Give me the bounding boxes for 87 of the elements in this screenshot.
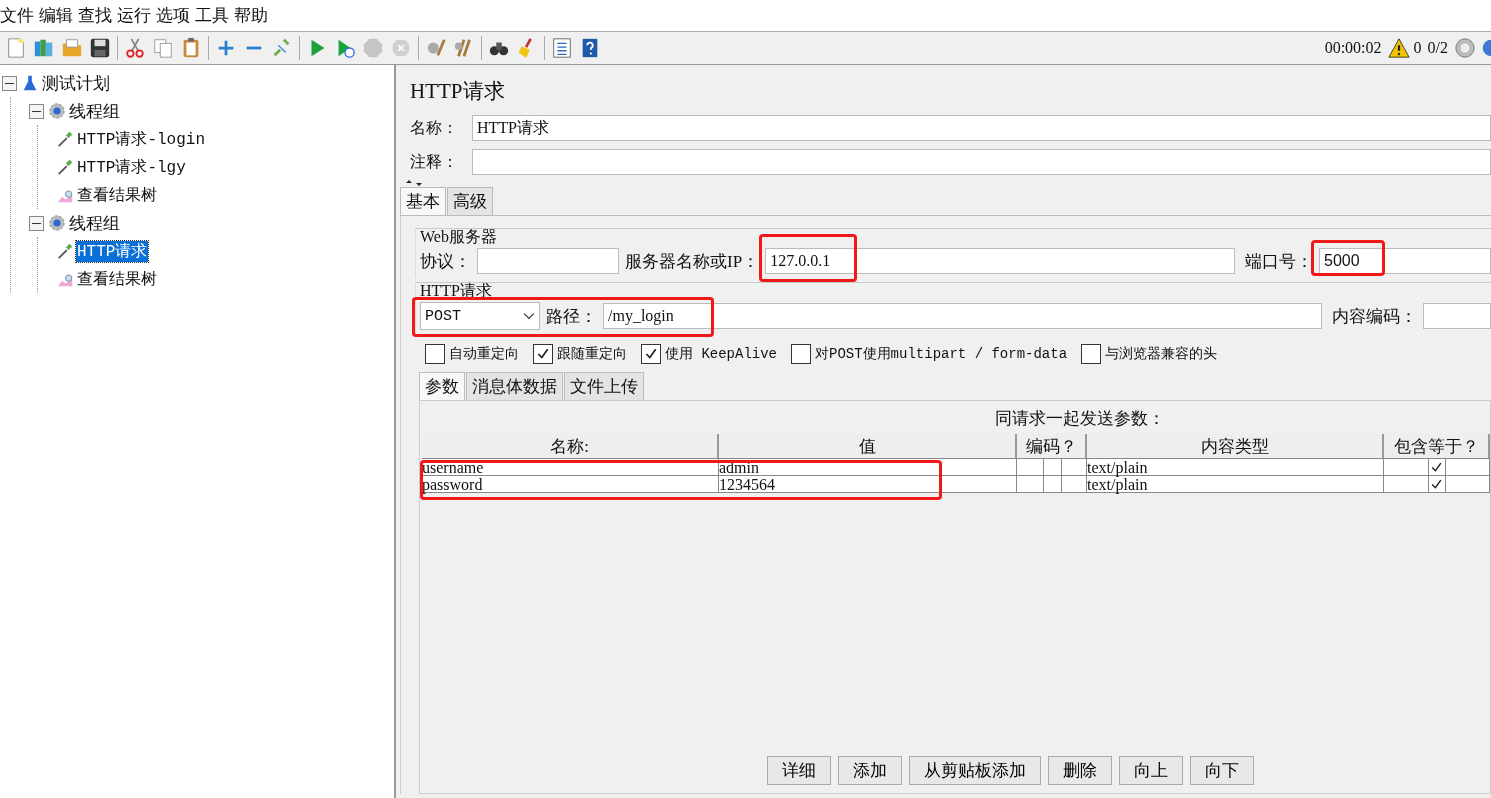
pipette-icon	[56, 130, 74, 148]
menu-item[interactable]: 运行	[117, 4, 151, 27]
comment-label: 注释：	[410, 151, 459, 172]
checkbox[interactable]	[1081, 344, 1102, 364]
tree-item[interactable]: 查看结果树	[76, 184, 158, 206]
encoding-label: 内容编码：	[1332, 305, 1417, 328]
checkmark-icon	[644, 347, 658, 361]
tab[interactable]: 文件上传	[564, 372, 644, 400]
pipette-icon	[56, 242, 74, 260]
menu-item[interactable]: 编辑	[39, 4, 73, 27]
encoding-field[interactable]	[1423, 303, 1491, 329]
action-button[interactable]: 详细	[766, 756, 831, 785]
elapsed-time: 00:00:02	[1324, 39, 1382, 57]
action-button[interactable]: 添加	[837, 756, 902, 785]
name-label: 名称：	[410, 117, 459, 138]
action-button[interactable]: 向下	[1189, 756, 1254, 785]
tree-item[interactable]: HTTP请求-lgy	[76, 156, 187, 178]
server-label: 服务器名称或IP：	[625, 250, 760, 273]
new-file-icon[interactable]	[5, 37, 27, 59]
tree-item[interactable]: 查看结果树	[76, 268, 158, 290]
checkbox[interactable]	[425, 344, 445, 364]
collapse-toggle[interactable]	[29, 103, 44, 119]
tree-item[interactable]: 线程组	[68, 211, 121, 235]
path-field[interactable]: /my_login	[603, 303, 1322, 329]
tree-item[interactable]: HTTP请求	[76, 240, 149, 262]
table-cell: username	[422, 459, 719, 475]
splitter-arrows-icon[interactable]	[404, 179, 424, 187]
checkbox-label: 跟随重定向	[557, 345, 627, 363]
checkbox-label: 对POST使用multipart / form-data	[815, 345, 1068, 363]
method-dropdown[interactable]: POST	[420, 302, 540, 330]
flask-icon	[21, 74, 39, 92]
open-folder-icon[interactable]	[61, 37, 83, 59]
save-icon[interactable]	[89, 37, 111, 59]
group-label: Web服务器	[420, 227, 498, 247]
table-cell: admin	[719, 459, 1017, 475]
checkbox[interactable]	[641, 344, 661, 364]
port-label: 端口号：	[1245, 250, 1313, 273]
tab[interactable]: 高级	[447, 187, 493, 215]
tree-item[interactable]: 线程组	[68, 99, 121, 123]
table-cell: text/plain	[1087, 476, 1384, 492]
checkmark-icon	[536, 347, 550, 361]
checkbox[interactable]	[533, 344, 553, 364]
checkbox-label: 与浏览器兼容的头	[1105, 345, 1218, 363]
books-icon[interactable]	[33, 37, 55, 59]
table-cell: text/plain	[1087, 459, 1384, 475]
tab[interactable]: 消息体数据	[466, 372, 563, 400]
protocol-field[interactable]	[477, 248, 619, 274]
name-field[interactable]: HTTP请求	[472, 115, 1491, 141]
menu-item[interactable]: 选项	[156, 4, 190, 27]
collapse-toggle[interactable]	[29, 215, 44, 231]
menu-item[interactable]: 文件	[0, 4, 34, 27]
tree-item[interactable]: 测试计划	[41, 71, 111, 95]
action-button[interactable]: 删除	[1047, 756, 1112, 785]
gear-icon	[48, 102, 66, 120]
group-label: HTTP请求	[420, 281, 493, 301]
caret-icon	[523, 312, 535, 320]
tree-item[interactable]: HTTP请求-login	[76, 128, 206, 150]
action-button[interactable]: 向上	[1118, 756, 1183, 785]
menu-item[interactable]: 工具	[195, 4, 229, 27]
checkbox-label: 使用 KeepAlive	[665, 345, 777, 363]
pipette-icon	[56, 158, 74, 176]
table-caption: 同请求一起发送参数：	[994, 408, 1166, 430]
include-equals-checkbox[interactable]	[1427, 459, 1446, 475]
tab[interactable]: 基本	[400, 187, 446, 215]
tab[interactable]: 参数	[419, 372, 465, 400]
menu-item[interactable]: 帮助	[234, 4, 268, 27]
warning-count: 0	[1413, 39, 1422, 57]
server-field[interactable]: 127.0.0.1	[765, 248, 1235, 274]
gear-icon	[48, 214, 66, 232]
copy-icon[interactable]	[152, 37, 174, 59]
action-button[interactable]: 从剪贴板添加	[908, 756, 1041, 785]
thread-count: 0/2	[1427, 39, 1448, 57]
path-label: 路径：	[546, 305, 597, 328]
scissors-icon[interactable]	[124, 37, 146, 59]
table-cell: password	[422, 476, 719, 492]
include-equals-checkbox[interactable]	[1427, 476, 1446, 492]
checkbox[interactable]	[791, 344, 811, 364]
checkbox-label: 自动重定向	[449, 345, 519, 363]
table-cell: 1234564	[719, 476, 1017, 492]
menu-item[interactable]: 查找	[78, 4, 112, 27]
port-field[interactable]: 5000	[1319, 248, 1491, 274]
collapse-toggle[interactable]	[2, 75, 17, 91]
comment-field[interactable]	[472, 149, 1491, 175]
panel-title: HTTP请求	[410, 78, 506, 105]
list-icon[interactable]	[551, 37, 573, 59]
warning-icon	[1387, 37, 1410, 59]
protocol-label: 协议：	[420, 250, 471, 273]
